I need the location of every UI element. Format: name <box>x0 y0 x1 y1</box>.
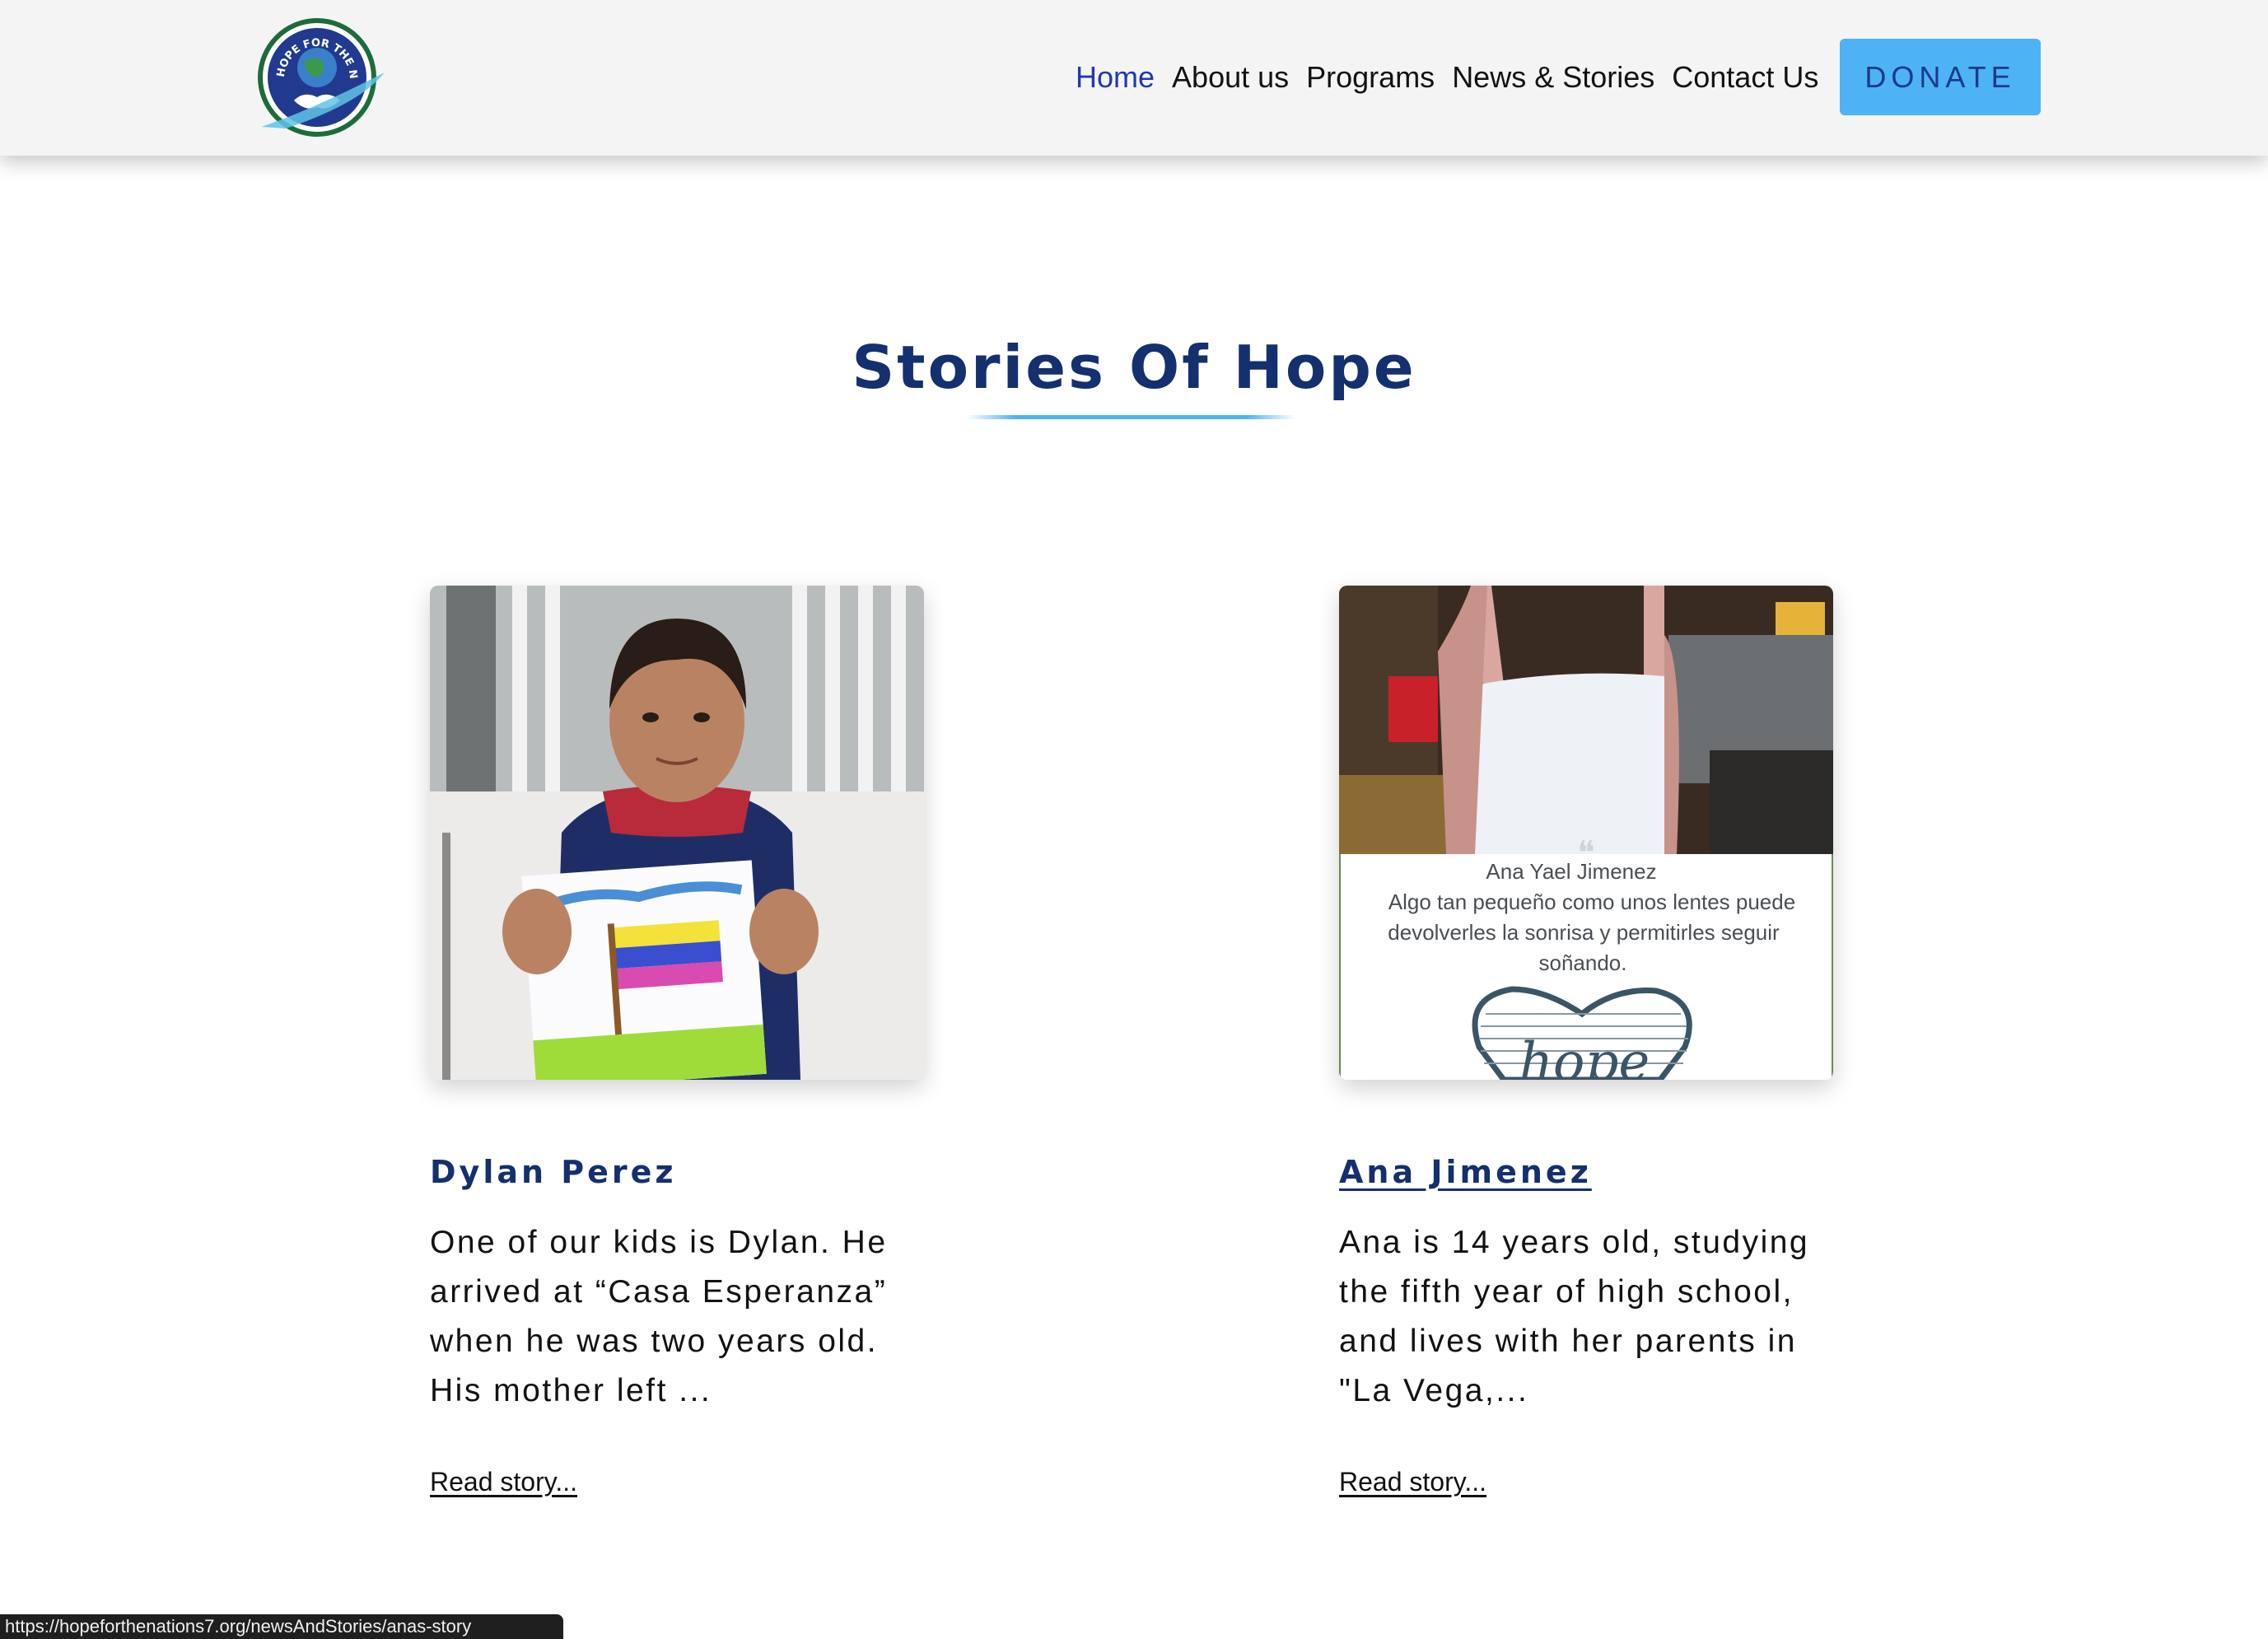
main-nav: Home About us Programs News & Stories Co… <box>1076 56 1836 99</box>
nav-news-stories[interactable]: News & Stories <box>1452 60 1654 95</box>
site-header: HOPE FOR THE NATIONS Home About us Progr… <box>0 0 2268 156</box>
story-name-ana[interactable]: Ana Jimenez <box>1339 1154 1592 1190</box>
story-excerpt-ana: Ana is 14 years old, studying the fifth … <box>1339 1225 1810 1408</box>
read-story-link-dylan[interactable]: Read story... <box>430 1467 577 1497</box>
ana-quote-line3: soñando. <box>1539 950 1627 975</box>
link-status-bar: https://hopeforthenations7.org/newsAndSt… <box>0 1614 563 1639</box>
dylan-photo[interactable] <box>430 586 924 1080</box>
story-excerpt-dylan: One of our kids is Dylan. He arrived at … <box>430 1225 888 1408</box>
nav-home[interactable]: Home <box>1076 60 1155 95</box>
title-underline <box>967 415 1295 419</box>
story-name-dylan[interactable]: Dylan Perez <box>430 1154 677 1190</box>
heart-word: hope <box>1519 1032 1650 1080</box>
donate-button[interactable]: DONATE <box>1840 39 2041 115</box>
nav-contact-us[interactable]: Contact Us <box>1672 60 1818 95</box>
nav-about-us[interactable]: About us <box>1172 60 1289 95</box>
nav-programs[interactable]: Programs <box>1306 60 1435 95</box>
ana-quote-line1: Algo tan pequeño como unos lentes puede <box>1388 890 1795 914</box>
hope-for-the-nations-logo[interactable]: HOPE FOR THE NATIONS <box>231 2 390 138</box>
ana-quote-line2: devolverles la sonrisa y permitirles seg… <box>1388 920 1780 945</box>
section-title: Stories Of Hope <box>852 333 1416 402</box>
ana-quote-author: Ana Yael Jimenez <box>1486 859 1656 884</box>
read-story-link-ana[interactable]: Read story... <box>1339 1467 1486 1497</box>
ana-photo[interactable]: ❝ Ana Yael Jimenez Algo tan pequeño como… <box>1339 586 1833 1080</box>
